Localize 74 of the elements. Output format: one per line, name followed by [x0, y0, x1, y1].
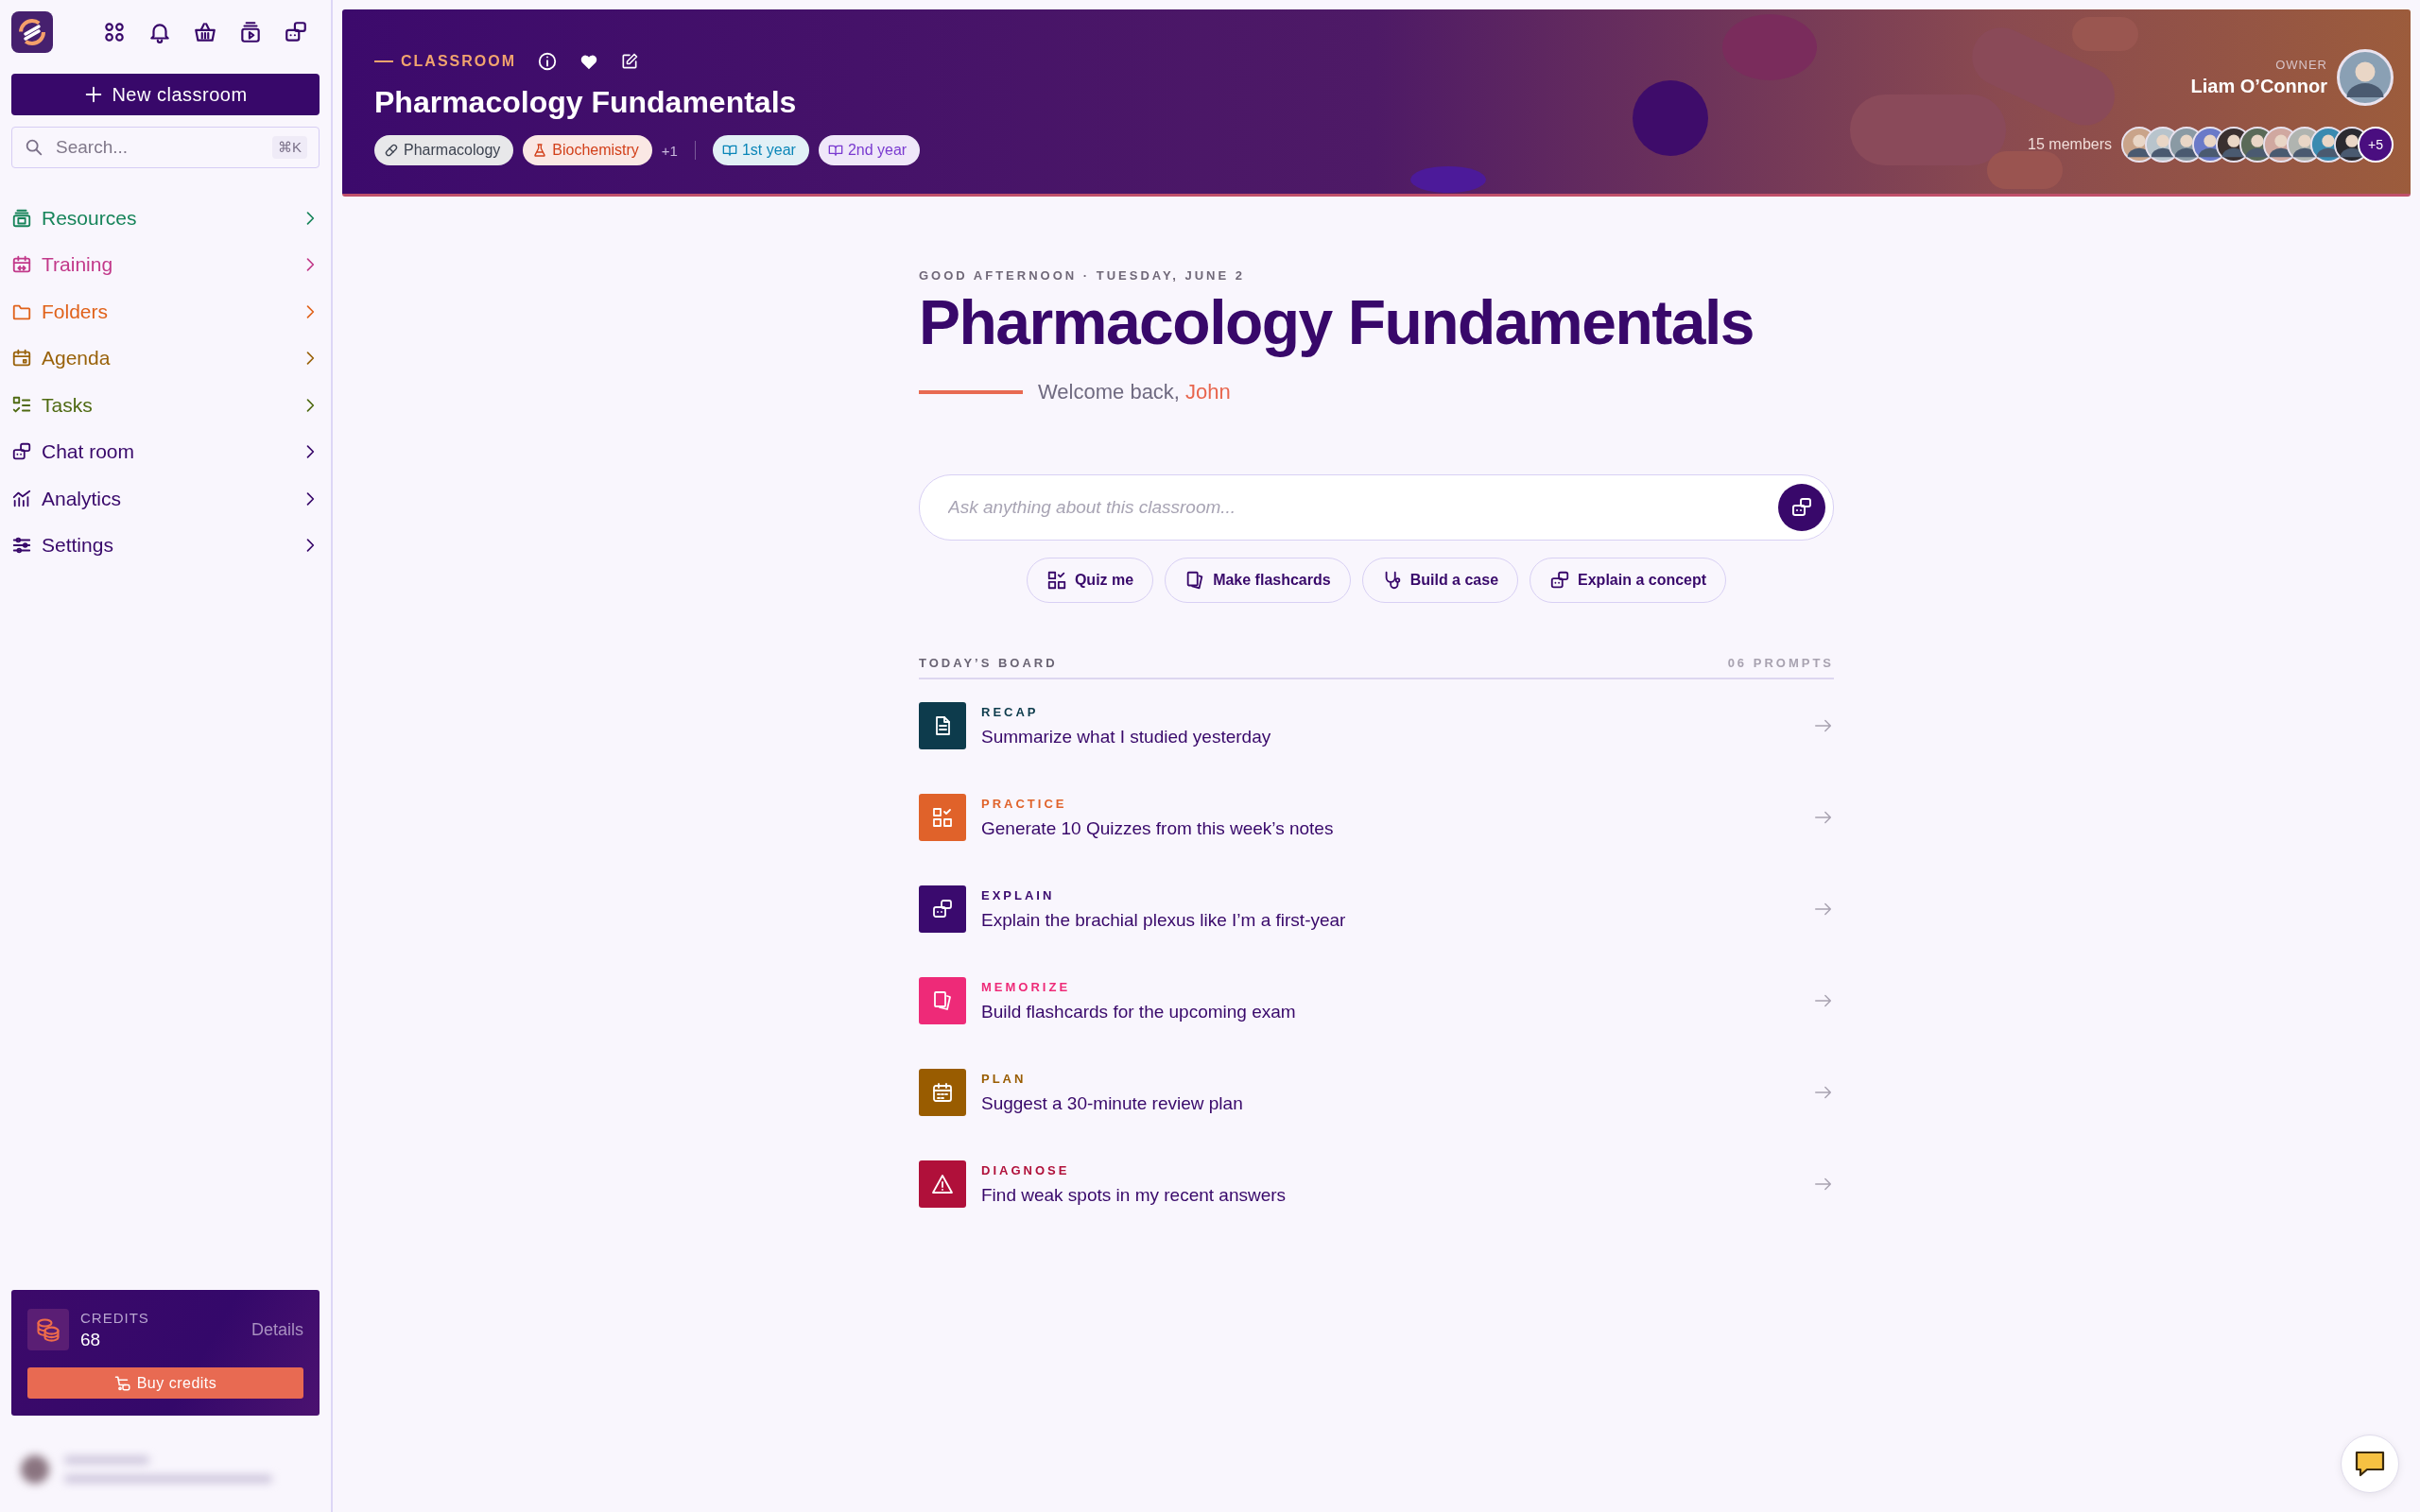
sidebar-item[interactable]: Analytics — [11, 475, 320, 523]
checklist-icon — [1046, 569, 1067, 591]
prompt-category: EXPLAIN — [981, 887, 1056, 902]
tag[interactable]: Pharmacology — [374, 135, 514, 165]
owner-avatar — [2337, 49, 2394, 106]
credits-label: CREDITS — [80, 1309, 149, 1326]
prompt-row[interactable]: PLAN Suggest a 30-minute review plan — [919, 1068, 1834, 1117]
prompt-text: Summarize what I studied yesterday — [981, 726, 1272, 747]
chart-icon — [11, 488, 32, 509]
media-icon — [238, 20, 263, 44]
section-label: CLASSROOM — [401, 53, 516, 70]
edit-icon — [620, 52, 639, 71]
suggestion-chip[interactable]: Build a case — [1361, 557, 1519, 603]
coins-icon — [35, 1316, 61, 1343]
suggestion-chip[interactable]: Explain a concept — [1530, 557, 1727, 603]
suggestion-chip[interactable]: Make flashcards — [1165, 557, 1351, 603]
prompt-text: Explain the brachial plexus like I’m a first-year — [981, 909, 1347, 931]
tag[interactable]: 1st year — [712, 135, 809, 165]
prompt-text: Generate 10 Quizzes from this week’s notes — [981, 817, 1335, 839]
prompt-text: Suggest a 30-minute review plan — [981, 1092, 1244, 1114]
prompt-count: 06 PROMPTS — [1727, 655, 1834, 670]
flask-icon — [532, 143, 548, 158]
classroom-title: Pharmacology Fundamentals — [374, 85, 798, 120]
info-icon — [537, 51, 558, 72]
app-logo[interactable] — [11, 11, 53, 53]
sidebar-item[interactable]: Tasks — [11, 382, 320, 429]
details-link[interactable]: Details — [251, 1319, 303, 1340]
cart-icon — [113, 1374, 131, 1392]
send-button[interactable] — [1778, 483, 1825, 531]
greeting-text: GOOD AFTERNOON · TUESDAY, JUNE 2 — [919, 268, 1246, 283]
tag[interactable]: Biochemistry — [523, 135, 652, 165]
more-members-badge[interactable]: +5 — [2358, 127, 2394, 163]
more-tags-count[interactable]: +1 — [661, 142, 678, 159]
prompt-row[interactable]: DIAGNOSE Find weak spots in my recent answers — [919, 1160, 1834, 1209]
welcome-text: Welcome back, John — [1038, 379, 1231, 404]
new-classroom-button[interactable]: New classroom — [11, 74, 320, 115]
prompt-category: MEMORIZE — [981, 979, 1072, 994]
stack-icon — [11, 207, 32, 229]
sidebar-item[interactable]: Settings — [11, 522, 320, 569]
grid-icon — [102, 20, 127, 44]
basket-icon — [193, 20, 217, 44]
prompt-category: DIAGNOSE — [981, 1162, 1071, 1177]
credits-value: 68 — [80, 1329, 102, 1350]
prompt-row[interactable]: PRACTICE Generate 10 Quizzes from this week’s notes — [919, 793, 1834, 842]
chat-icon — [1549, 569, 1571, 591]
sidebar-item[interactable]: Resources — [11, 195, 320, 242]
prompt-category: PRACTICE — [981, 796, 1068, 811]
search-icon — [24, 137, 44, 158]
book-icon — [721, 143, 737, 158]
sidebar-item[interactable]: Chat room — [11, 428, 320, 475]
search-bar[interactable]: Search... ⌘K — [11, 127, 320, 168]
prompt-text: Find weak spots in my recent answers — [981, 1184, 1288, 1206]
sidebar-item[interactable]: Training — [11, 241, 320, 288]
chat-icon — [284, 20, 308, 44]
member-count: 15 members — [2028, 136, 2112, 153]
prompt-row[interactable]: EXPLAIN Explain the brachial plexus like I’m a first-year — [919, 885, 1834, 934]
suggestion-chip[interactable]: Quiz me — [1026, 557, 1154, 603]
speech-bubble-icon — [2354, 1450, 2386, 1478]
owner-name: Liam O’Connor — [2190, 76, 2327, 97]
search-field[interactable]: Search... — [54, 136, 263, 159]
shortcut-hint: ⌘K — [272, 136, 307, 159]
owner-label: OWNER — [2275, 58, 2327, 72]
prompt-row[interactable]: MEMORIZE Build flashcards for the upcoming exam — [919, 976, 1834, 1025]
tag[interactable]: 2nd year — [818, 135, 921, 165]
prompt-text: Build flashcards for the upcoming exam — [981, 1001, 1297, 1022]
prompt-category: PLAN — [981, 1071, 1028, 1086]
board-title: TODAY’S BOARD — [919, 655, 1058, 670]
pill-icon — [384, 143, 399, 158]
page-title: Pharmacology Fundamentals — [919, 288, 1755, 357]
book-icon — [827, 143, 843, 158]
chat-icon — [1790, 495, 1813, 519]
prompt-row[interactable]: RECAP Summarize what I studied yesterday — [919, 701, 1834, 750]
sidebar-item[interactable]: Agenda — [11, 335, 320, 382]
prompt-category: RECAP — [981, 704, 1040, 719]
